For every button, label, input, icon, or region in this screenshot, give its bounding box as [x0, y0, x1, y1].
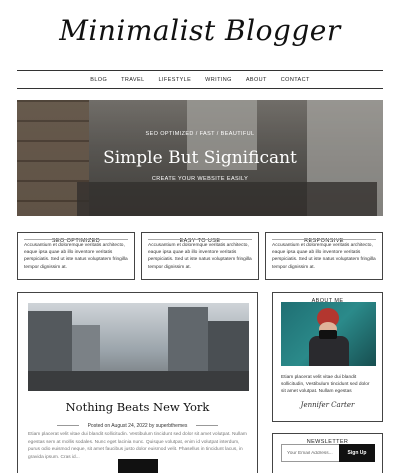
post-featured-image[interactable] — [28, 303, 249, 391]
post-excerpt: Etiam placerat velit vitae dui blandit s… — [28, 432, 247, 460]
nav-item-lifestyle[interactable]: LIFESTYLE — [159, 77, 192, 83]
site-logo[interactable]: Minimalist Blogger — [0, 14, 400, 47]
hero-kicker: SEO OPTIMIZED / FAST / BEAUTIFUL — [145, 131, 255, 137]
post-title[interactable]: Nothing Beats New York — [18, 400, 257, 414]
read-more-button[interactable] — [118, 459, 158, 473]
feature-box-seo: SEO OPTIMIZED Accusantium et doloremque … — [17, 232, 135, 280]
post-card: Nothing Beats New York Posted on August … — [17, 292, 258, 473]
about-signature: Jennifer Carter — [300, 401, 355, 409]
nav-item-about[interactable]: ABOUT — [246, 77, 267, 83]
post-meta-text: Posted on August 24, 2022 by superbtheme… — [87, 422, 188, 429]
nav-item-travel[interactable]: TRAVEL — [121, 77, 144, 83]
feature-divider — [272, 239, 376, 240]
person-body-shape — [309, 336, 349, 366]
feature-divider — [148, 239, 252, 240]
street-shape — [28, 371, 249, 391]
nav-item-blog[interactable]: BLOG — [90, 77, 107, 83]
meta-rule-left — [57, 425, 80, 427]
meta-rule-right — [195, 425, 218, 427]
main-nav: BLOG TRAVEL LIFESTYLE WRITING ABOUT CONT… — [17, 70, 383, 89]
about-photo — [281, 302, 376, 366]
feature-divider — [24, 239, 128, 240]
hero-subtitle: CREATE YOUR WEBSITE EASILY — [151, 176, 249, 182]
nav-item-writing[interactable]: WRITING — [205, 77, 232, 83]
hero-banner: SEO OPTIMIZED / FAST / BEAUTIFUL Simple … — [17, 100, 383, 216]
about-text: Etiam placerat velit vitae dui blandit s… — [281, 375, 370, 394]
camera-icon — [319, 330, 337, 339]
newsletter-widget: NEWSLETTER Sign Up — [272, 433, 383, 473]
nav-item-contact[interactable]: CONTACT — [281, 77, 310, 83]
feature-box-easy: EASY TO USE Accusantium et doloremque ve… — [141, 232, 259, 280]
feature-text: Accusantium et doloremque veritatis arch… — [24, 243, 128, 270]
about-widget: ABOUT ME Etiam placerat velit vitae dui … — [272, 292, 383, 422]
feature-text: Accusantium et doloremque veritatis arch… — [272, 243, 376, 270]
feature-text: Accusantium et doloremque veritatis arch… — [148, 243, 252, 270]
newsletter-email-input[interactable] — [281, 444, 339, 462]
hero-title: Simple But Significant — [103, 148, 297, 168]
feature-box-responsive: RESPONSIVE Accusantium et doloremque ver… — [265, 232, 383, 280]
newsletter-signup-button[interactable]: Sign Up — [339, 444, 375, 462]
